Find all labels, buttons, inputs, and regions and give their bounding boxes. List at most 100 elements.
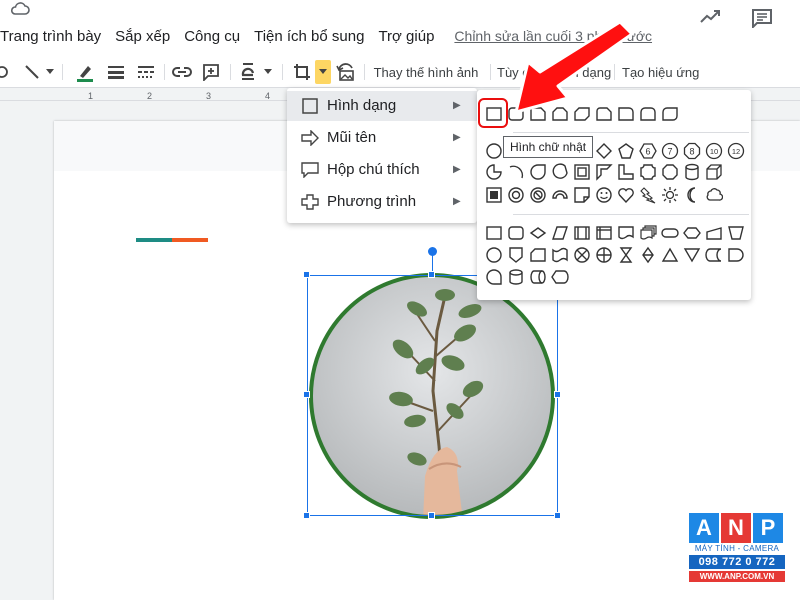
- block-arc-shape-icon[interactable]: [551, 186, 569, 204]
- corner-shape-icon[interactable]: [617, 163, 635, 181]
- cube-shape-icon[interactable]: [705, 163, 723, 181]
- menu-item-callouts[interactable]: Hộp chú thích ▶: [287, 155, 477, 185]
- cloud-shape-icon[interactable]: [705, 186, 723, 204]
- octagon-shape-icon[interactable]: [661, 163, 679, 181]
- image-selection-box[interactable]: [307, 275, 558, 516]
- flowchart-sort-icon[interactable]: [639, 246, 657, 264]
- resize-handle-left[interactable]: [303, 391, 310, 398]
- accent-line[interactable]: [136, 238, 208, 242]
- flowchart-or-icon[interactable]: [595, 246, 613, 264]
- diamond-shape-icon[interactable]: [595, 142, 613, 160]
- half-frame-shape-icon[interactable]: [595, 163, 613, 181]
- arc-shape-icon[interactable]: [507, 163, 525, 181]
- menu-item-equation[interactable]: Phương trình ▶: [287, 187, 477, 217]
- flowchart-extract-icon[interactable]: [661, 246, 679, 264]
- can-shape-icon[interactable]: [683, 163, 701, 181]
- line-dropdown-icon[interactable]: [44, 60, 56, 84]
- logo-letter: N: [721, 513, 751, 543]
- pie-shape-icon[interactable]: [485, 163, 503, 181]
- menu-tools[interactable]: Công cụ: [184, 28, 240, 45]
- crop-icon[interactable]: [290, 60, 314, 84]
- resize-handle-bottom[interactable]: [428, 512, 435, 519]
- activity-trend-icon[interactable]: [700, 8, 722, 24]
- alt-text-icon[interactable]: [238, 60, 258, 84]
- dodecagon-12-shape-icon[interactable]: 12: [727, 142, 745, 160]
- octagon-8-shape-icon[interactable]: 8: [683, 142, 701, 160]
- menu-item-shapes[interactable]: Hình dạng ▶: [287, 91, 477, 121]
- flowchart-terminator-icon[interactable]: [661, 224, 679, 242]
- insert-link-icon[interactable]: [170, 60, 194, 84]
- flowchart-punched-tape-icon[interactable]: [551, 246, 569, 264]
- bevel-shape-icon[interactable]: [485, 186, 503, 204]
- toolbar-divider: [490, 64, 491, 80]
- resize-handle-top-left[interactable]: [303, 271, 310, 278]
- moon-shape-icon[interactable]: [683, 186, 701, 204]
- comments-icon[interactable]: [751, 8, 773, 28]
- flowchart-merge-icon[interactable]: [683, 246, 701, 264]
- flowchart-magnetic-disk-icon[interactable]: [507, 268, 525, 286]
- oval-shape-icon[interactable]: [485, 142, 503, 160]
- flowchart-sequential-storage-icon[interactable]: [485, 268, 503, 286]
- flowchart-manual-operation-icon[interactable]: [727, 224, 745, 242]
- flowchart-summing-junction-icon[interactable]: [573, 246, 591, 264]
- menu-arrange[interactable]: Sắp xếp: [115, 28, 170, 45]
- flowchart-display-icon[interactable]: [551, 268, 569, 286]
- round-same-side-shape-icon[interactable]: [639, 105, 657, 123]
- folded-corner-shape-icon[interactable]: [573, 186, 591, 204]
- sun-shape-icon[interactable]: [661, 186, 679, 204]
- chord-shape-icon[interactable]: [551, 163, 569, 181]
- menu-item-arrows[interactable]: Mũi tên ▶: [287, 123, 477, 153]
- border-color-icon[interactable]: [72, 60, 98, 84]
- plaque-shape-icon[interactable]: [639, 163, 657, 181]
- crop-mask-dropdown-icon[interactable]: [315, 60, 331, 84]
- pentagon-shape-icon[interactable]: [617, 142, 635, 160]
- flowchart-offpage-connector-icon[interactable]: [507, 246, 525, 264]
- reset-image-icon[interactable]: [334, 60, 358, 84]
- flowchart-preparation-icon[interactable]: [683, 224, 701, 242]
- replace-image-button[interactable]: Thay thế hình ảnh: [374, 60, 482, 84]
- flowchart-direct-access-storage-icon[interactable]: [529, 268, 547, 286]
- flowchart-predefined-process-icon[interactable]: [573, 224, 591, 242]
- decagon-10-shape-icon[interactable]: 10: [705, 142, 723, 160]
- menu-slide[interactable]: Trang trình bày: [0, 28, 101, 45]
- teardrop-shape-icon[interactable]: [529, 163, 547, 181]
- cloud-saved-icon[interactable]: [10, 2, 30, 16]
- flowchart-data-icon[interactable]: [551, 224, 569, 242]
- hexagon-6-shape-icon[interactable]: 6: [639, 142, 657, 160]
- shape-tool-icon[interactable]: [0, 60, 12, 84]
- menu-help[interactable]: Trợ giúp: [378, 28, 434, 45]
- flowchart-process-icon[interactable]: [485, 224, 503, 242]
- rotate-handle[interactable]: [428, 247, 437, 256]
- lightning-bolt-shape-icon[interactable]: [639, 186, 657, 204]
- heart-shape-icon[interactable]: [617, 186, 635, 204]
- resize-handle-top[interactable]: [428, 271, 435, 278]
- flowchart-collate-icon[interactable]: [617, 246, 635, 264]
- flowchart-stored-data-icon[interactable]: [705, 246, 723, 264]
- heptagon-7-shape-icon[interactable]: 7: [661, 142, 679, 160]
- donut-shape-icon[interactable]: [507, 186, 525, 204]
- resize-handle-right[interactable]: [554, 391, 561, 398]
- menu-addons[interactable]: Tiện ích bổ sung: [254, 28, 364, 45]
- resize-handle-bottom-left[interactable]: [303, 512, 310, 519]
- no-symbol-shape-icon[interactable]: [529, 186, 547, 204]
- line-tool-icon[interactable]: [20, 60, 44, 84]
- round-diagonal-shape-icon[interactable]: [661, 105, 679, 123]
- border-weight-icon[interactable]: [104, 60, 128, 84]
- flowchart-internal-storage-icon[interactable]: [595, 224, 613, 242]
- resize-handle-bottom-right[interactable]: [554, 512, 561, 519]
- anp-logo: A N P MÁY TÍNH - CAMERA 098 772 0 772 WW…: [689, 513, 785, 587]
- palette-divider: [513, 132, 749, 133]
- add-comment-icon[interactable]: [199, 60, 223, 84]
- border-dash-icon[interactable]: [134, 60, 158, 84]
- smiley-face-shape-icon[interactable]: [595, 186, 613, 204]
- flowchart-delay-icon[interactable]: [727, 246, 745, 264]
- flowchart-connector-icon[interactable]: [485, 246, 503, 264]
- flowchart-multidocument-icon[interactable]: [639, 224, 657, 242]
- flowchart-alternate-process-icon[interactable]: [507, 224, 525, 242]
- alt-text-dropdown-icon[interactable]: [262, 60, 274, 84]
- frame-shape-icon[interactable]: [573, 163, 591, 181]
- flowchart-decision-icon[interactable]: [529, 224, 547, 242]
- flowchart-document-icon[interactable]: [617, 224, 635, 242]
- flowchart-card-icon[interactable]: [529, 246, 547, 264]
- flowchart-manual-input-icon[interactable]: [705, 224, 723, 242]
